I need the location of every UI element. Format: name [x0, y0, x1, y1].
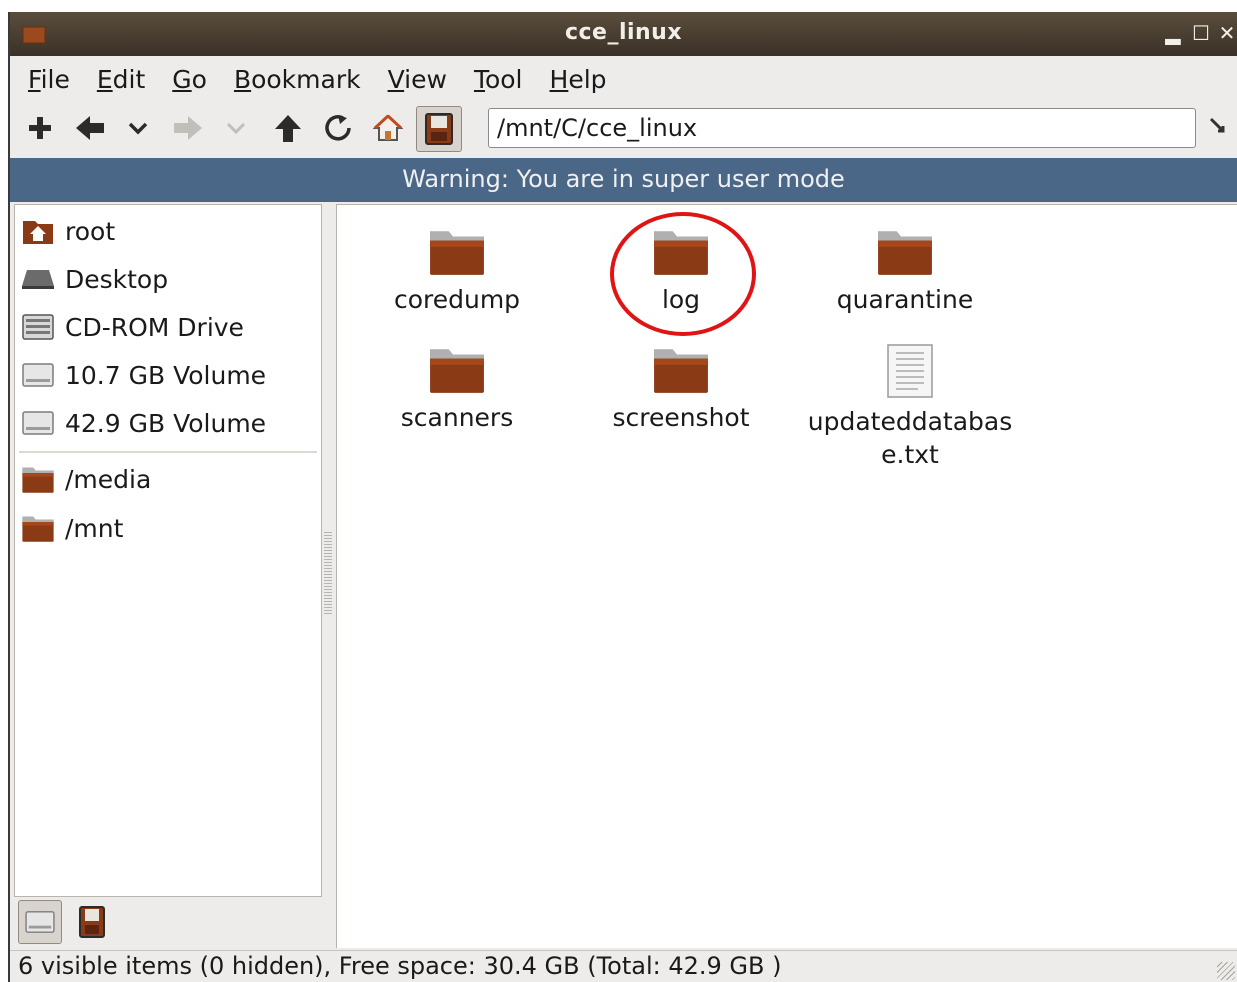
forward-icon: [174, 116, 202, 140]
file-manager-window: cce_linux ▂ ☐ ✕ File Edit Go Bookmark Vi…: [8, 12, 1237, 982]
home-folder-icon: [21, 216, 55, 246]
desktop-icon: [21, 264, 55, 294]
menu-edit[interactable]: Edit: [97, 65, 145, 94]
highlight-annotation: [610, 212, 756, 336]
forward-history-button[interactable]: [218, 110, 254, 146]
pane-resize-handle[interactable]: [324, 532, 332, 616]
side-pane: root Desktop CD-ROM Drive 10.7 GB Volume…: [14, 204, 322, 897]
new-tab-button[interactable]: [22, 110, 58, 146]
file-name: quarantine: [836, 285, 974, 314]
menu-help[interactable]: Help: [550, 65, 607, 94]
forward-history-icon: [226, 122, 246, 135]
sidebar-item-label: CD-ROM Drive: [65, 312, 244, 342]
home-icon: [373, 114, 403, 141]
menu-go[interactable]: Go: [172, 65, 207, 94]
toolbar: [10, 102, 1237, 158]
sidebar-item-label: /media: [65, 464, 152, 494]
sidebar-item-volume-42[interactable]: 42.9 GB Volume: [21, 403, 266, 443]
sidebar-item-desktop[interactable]: Desktop: [21, 259, 168, 299]
go-icon[interactable]: [1208, 116, 1232, 140]
file-view: coredump log quarantine scanners screens…: [336, 204, 1237, 948]
status-text: 6 visible items (0 hidden), Free space: …: [18, 952, 782, 980]
file-item-coredump[interactable]: coredump: [357, 225, 557, 316]
home-button[interactable]: [370, 110, 406, 146]
sidebar-item-label: root: [65, 216, 116, 246]
menu-view[interactable]: View: [388, 65, 447, 94]
menu-bar: File Edit Go Bookmark View Tool Help: [10, 56, 1237, 102]
hard-drive-icon: [25, 909, 55, 935]
reload-button[interactable]: [320, 110, 356, 146]
file-name: updateddatabase.txt: [807, 407, 1013, 469]
sidebar-item-label: /mnt: [65, 513, 124, 543]
menu-tool[interactable]: Tool: [474, 65, 523, 94]
reload-icon: [325, 115, 351, 141]
sidebar-item-cdrom[interactable]: CD-ROM Drive: [21, 307, 244, 347]
cdrom-drive-icon: [21, 312, 55, 342]
sidebar-item-mnt[interactable]: /mnt: [21, 508, 123, 548]
sidebar-item-root[interactable]: root: [21, 211, 115, 251]
up-button[interactable]: [270, 110, 306, 146]
super-user-icon: [425, 113, 453, 145]
file-name: scanners: [400, 403, 514, 432]
close-button[interactable]: ✕: [1216, 22, 1237, 44]
up-icon: [275, 115, 301, 142]
status-bar: 6 visible items (0 hidden), Free space: …: [10, 950, 1237, 982]
maximize-button[interactable]: ☐: [1190, 22, 1212, 44]
hard-drive-icon: [21, 408, 55, 438]
sidebar-item-label: 10.7 GB Volume: [65, 360, 267, 390]
title-bar[interactable]: cce_linux ▂ ☐ ✕: [10, 12, 1237, 56]
folder-icon: [428, 343, 486, 395]
folder-icon: [428, 225, 486, 277]
file-name: screenshot: [612, 403, 750, 432]
text-file-icon: [887, 344, 933, 398]
folder-icon: [876, 225, 934, 277]
super-user-warning: Warning: You are in super user mode: [10, 158, 1237, 202]
sidebar-item-volume-10[interactable]: 10.7 GB Volume: [21, 355, 266, 395]
super-user-icon: [79, 906, 105, 938]
file-item-quarantine[interactable]: quarantine: [805, 225, 1005, 316]
path-bar[interactable]: [488, 108, 1196, 148]
sidebar-separator: [19, 451, 317, 453]
sidebar-item-label: Desktop: [65, 264, 169, 294]
folder-icon: [21, 513, 55, 543]
file-name: coredump: [393, 285, 521, 314]
file-item-updateddatabase[interactable]: updateddatabase.txt: [805, 343, 1015, 471]
folder-icon: [21, 464, 55, 494]
menu-file[interactable]: File: [28, 65, 70, 94]
new-tab-icon: [29, 117, 51, 139]
sidebar-item-label: 42.9 GB Volume: [65, 408, 267, 438]
forward-button[interactable]: [170, 110, 206, 146]
sidebar-item-media[interactable]: /media: [21, 459, 151, 499]
dir-tree-pane-button[interactable]: [70, 900, 114, 944]
location-input[interactable]: [489, 109, 1195, 147]
hard-drive-icon: [21, 360, 55, 390]
file-item-scanners[interactable]: scanners: [357, 343, 557, 434]
menu-bookmark[interactable]: Bookmark: [234, 65, 361, 94]
back-history-icon: [128, 122, 148, 135]
minimize-button[interactable]: ▂: [1162, 22, 1184, 44]
window-title: cce_linux: [564, 20, 683, 45]
places-pane-button[interactable]: [18, 900, 62, 944]
back-button[interactable]: [72, 110, 108, 146]
back-icon: [76, 116, 104, 140]
back-history-button[interactable]: [120, 110, 156, 146]
super-user-button[interactable]: [416, 106, 462, 152]
window-resize-grip[interactable]: [1217, 962, 1235, 980]
folder-icon: [652, 343, 710, 395]
file-item-screenshot[interactable]: screenshot: [581, 343, 781, 434]
